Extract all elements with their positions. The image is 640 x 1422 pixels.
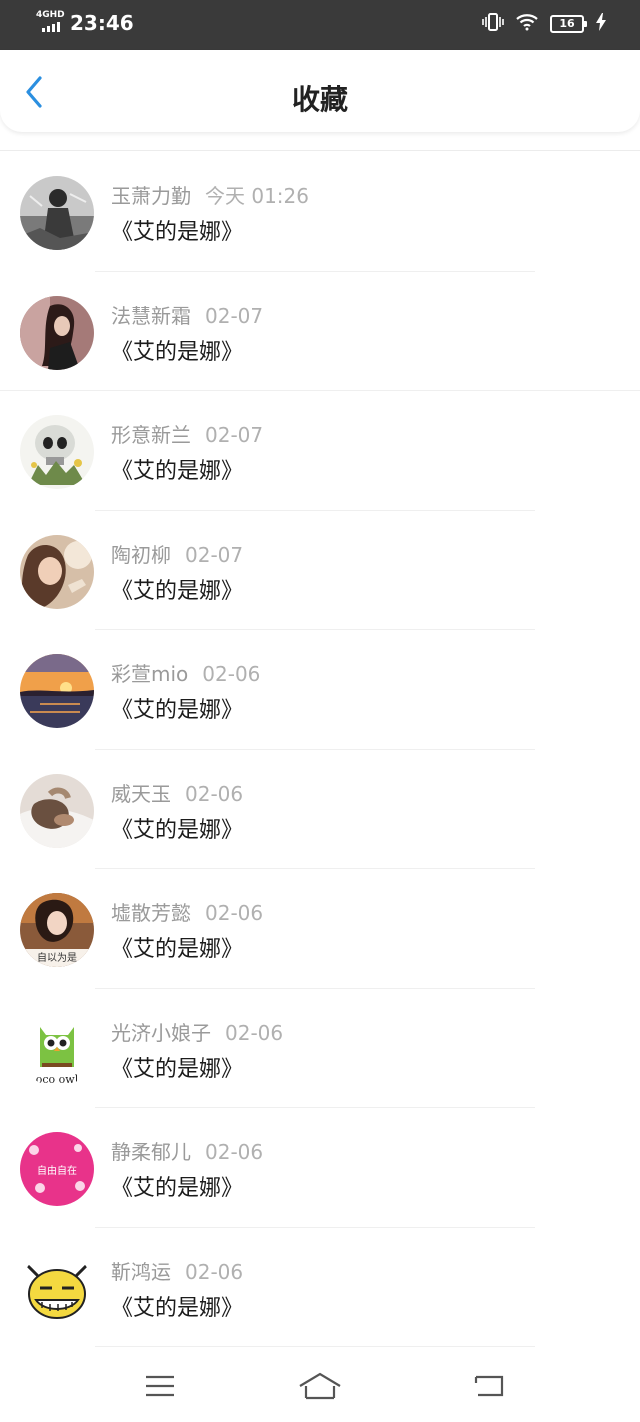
item-title: 《艾的是娜》: [111, 459, 244, 484]
list-item[interactable]: 陶初柳 02-07 《艾的是娜》: [0, 511, 640, 630]
username: 彩萱mio: [111, 662, 189, 686]
username: 陶初柳: [111, 542, 171, 567]
battery-icon: 16: [550, 15, 587, 33]
charging-icon: [596, 13, 606, 35]
username: 光济小娘子: [111, 1020, 211, 1045]
status-right: 16: [482, 13, 606, 35]
avatar-caption: oco owl: [36, 1073, 79, 1086]
battery-level: 16: [559, 17, 575, 30]
return-icon: [474, 1375, 504, 1397]
item-title: 《艾的是娜》: [111, 578, 244, 604]
list-item[interactable]: 威天玉 02-06 《艾的是娜》: [0, 750, 640, 869]
avatar: [20, 295, 94, 370]
avatar: 自以为是: [20, 893, 94, 967]
item-meta: 法慧新霜 02-07: [111, 300, 263, 329]
item-meta: 形意新兰 02-07: [111, 419, 263, 448]
list-item[interactable]: 法慧新霜 02-07 《艾的是娜》: [0, 272, 640, 391]
avatar: 自由自在: [20, 1132, 94, 1206]
item-date: 02-07: [185, 542, 244, 567]
avatar-caption: 自由自在: [37, 1164, 77, 1177]
username: 形意新兰: [111, 423, 191, 447]
item-date: 02-07: [205, 423, 264, 447]
favorites-list: 玉萧力勤 今天 01:26 《艾的是娜》 法慧新霜 02-07 《艾的是娜》 形意新…: [0, 152, 640, 1347]
header: 收藏: [0, 50, 640, 132]
avatar: oco owl: [20, 1012, 94, 1087]
avatar: [20, 176, 94, 250]
item-title: 《艾的是娜》: [111, 698, 244, 723]
username: 静柔郁儿: [111, 1140, 191, 1164]
status-bar: 4GHD 23:46 16: [0, 0, 640, 50]
item-date: 今天 01:26: [205, 184, 309, 208]
home-button[interactable]: [290, 1364, 350, 1408]
menu-button[interactable]: [130, 1364, 190, 1408]
list-item[interactable]: oco owl 光济小娘子 02-06 《艾的是娜》: [0, 989, 640, 1108]
avatar: [20, 1251, 94, 1326]
item-date: 02-06: [185, 1259, 244, 1284]
item-date: 02-07: [205, 303, 264, 328]
item-title: 《艾的是娜》: [111, 339, 244, 365]
item-title: 《艾的是娜》: [111, 937, 244, 962]
page-title: 收藏: [291, 83, 348, 116]
header-divider: [0, 150, 640, 151]
wifi-icon: [516, 13, 538, 35]
item-date: 02-06: [205, 901, 264, 925]
vibrate-icon: [482, 13, 504, 35]
signal-icon: 4GHD: [36, 10, 68, 36]
network-type: 4GHD: [36, 10, 65, 20]
item-title: 《艾的是娜》: [111, 1056, 244, 1082]
item-meta: 陶初柳 02-07: [111, 539, 243, 568]
avatar: [20, 415, 94, 489]
item-meta: 彩萱mio 02-06: [111, 658, 260, 687]
item-meta: 威天玉 02-06: [111, 778, 243, 807]
home-icon: [299, 1372, 341, 1400]
avatar-caption: 自以为是: [37, 951, 77, 964]
back-nav-button[interactable]: [458, 1364, 518, 1408]
item-date: 02-06: [185, 781, 244, 806]
system-nav-bar: [0, 1350, 640, 1422]
clock: 23:46: [70, 11, 134, 35]
status-left: 4GHD 23:46: [36, 10, 134, 36]
list-item[interactable]: 靳鸿运 02-06 《艾的是娜》: [0, 1228, 640, 1347]
list-item[interactable]: 形意新兰 02-07 《艾的是娜》: [0, 391, 640, 511]
item-meta: 光济小娘子 02-06: [111, 1017, 283, 1046]
item-meta: 玉萧力勤 今天 01:26: [111, 180, 309, 209]
username: 靳鸿运: [111, 1259, 171, 1284]
item-title: 《艾的是娜》: [111, 817, 244, 843]
item-date: 02-06: [202, 662, 261, 686]
username: 玉萧力勤: [111, 184, 191, 208]
username: 法慧新霜: [111, 303, 191, 328]
item-date: 02-06: [205, 1140, 264, 1164]
username: 墟散芳懿: [111, 901, 191, 925]
list-item[interactable]: 自以为是 墟散芳懿 02-06 《艾的是娜》: [0, 869, 640, 989]
menu-icon: [146, 1375, 174, 1397]
avatar: [20, 654, 94, 728]
item-title: 《艾的是娜》: [111, 1176, 244, 1201]
item-meta: 墟散芳懿 02-06: [111, 897, 263, 926]
item-meta: 靳鸿运 02-06: [111, 1256, 243, 1285]
list-item[interactable]: 彩萱mio 02-06 《艾的是娜》: [0, 630, 640, 750]
list-item[interactable]: 玉萧力勤 今天 01:26 《艾的是娜》: [0, 152, 640, 272]
avatar: [20, 773, 94, 848]
item-title: 《艾的是娜》: [111, 220, 244, 245]
divider: [95, 1346, 535, 1347]
item-date: 02-06: [225, 1020, 284, 1045]
list-item[interactable]: 自由自在 静柔郁儿 02-06 《艾的是娜》: [0, 1108, 640, 1228]
item-meta: 静柔郁儿 02-06: [111, 1136, 263, 1165]
avatar: [20, 534, 94, 609]
username: 威天玉: [111, 781, 171, 806]
item-title: 《艾的是娜》: [111, 1295, 244, 1321]
